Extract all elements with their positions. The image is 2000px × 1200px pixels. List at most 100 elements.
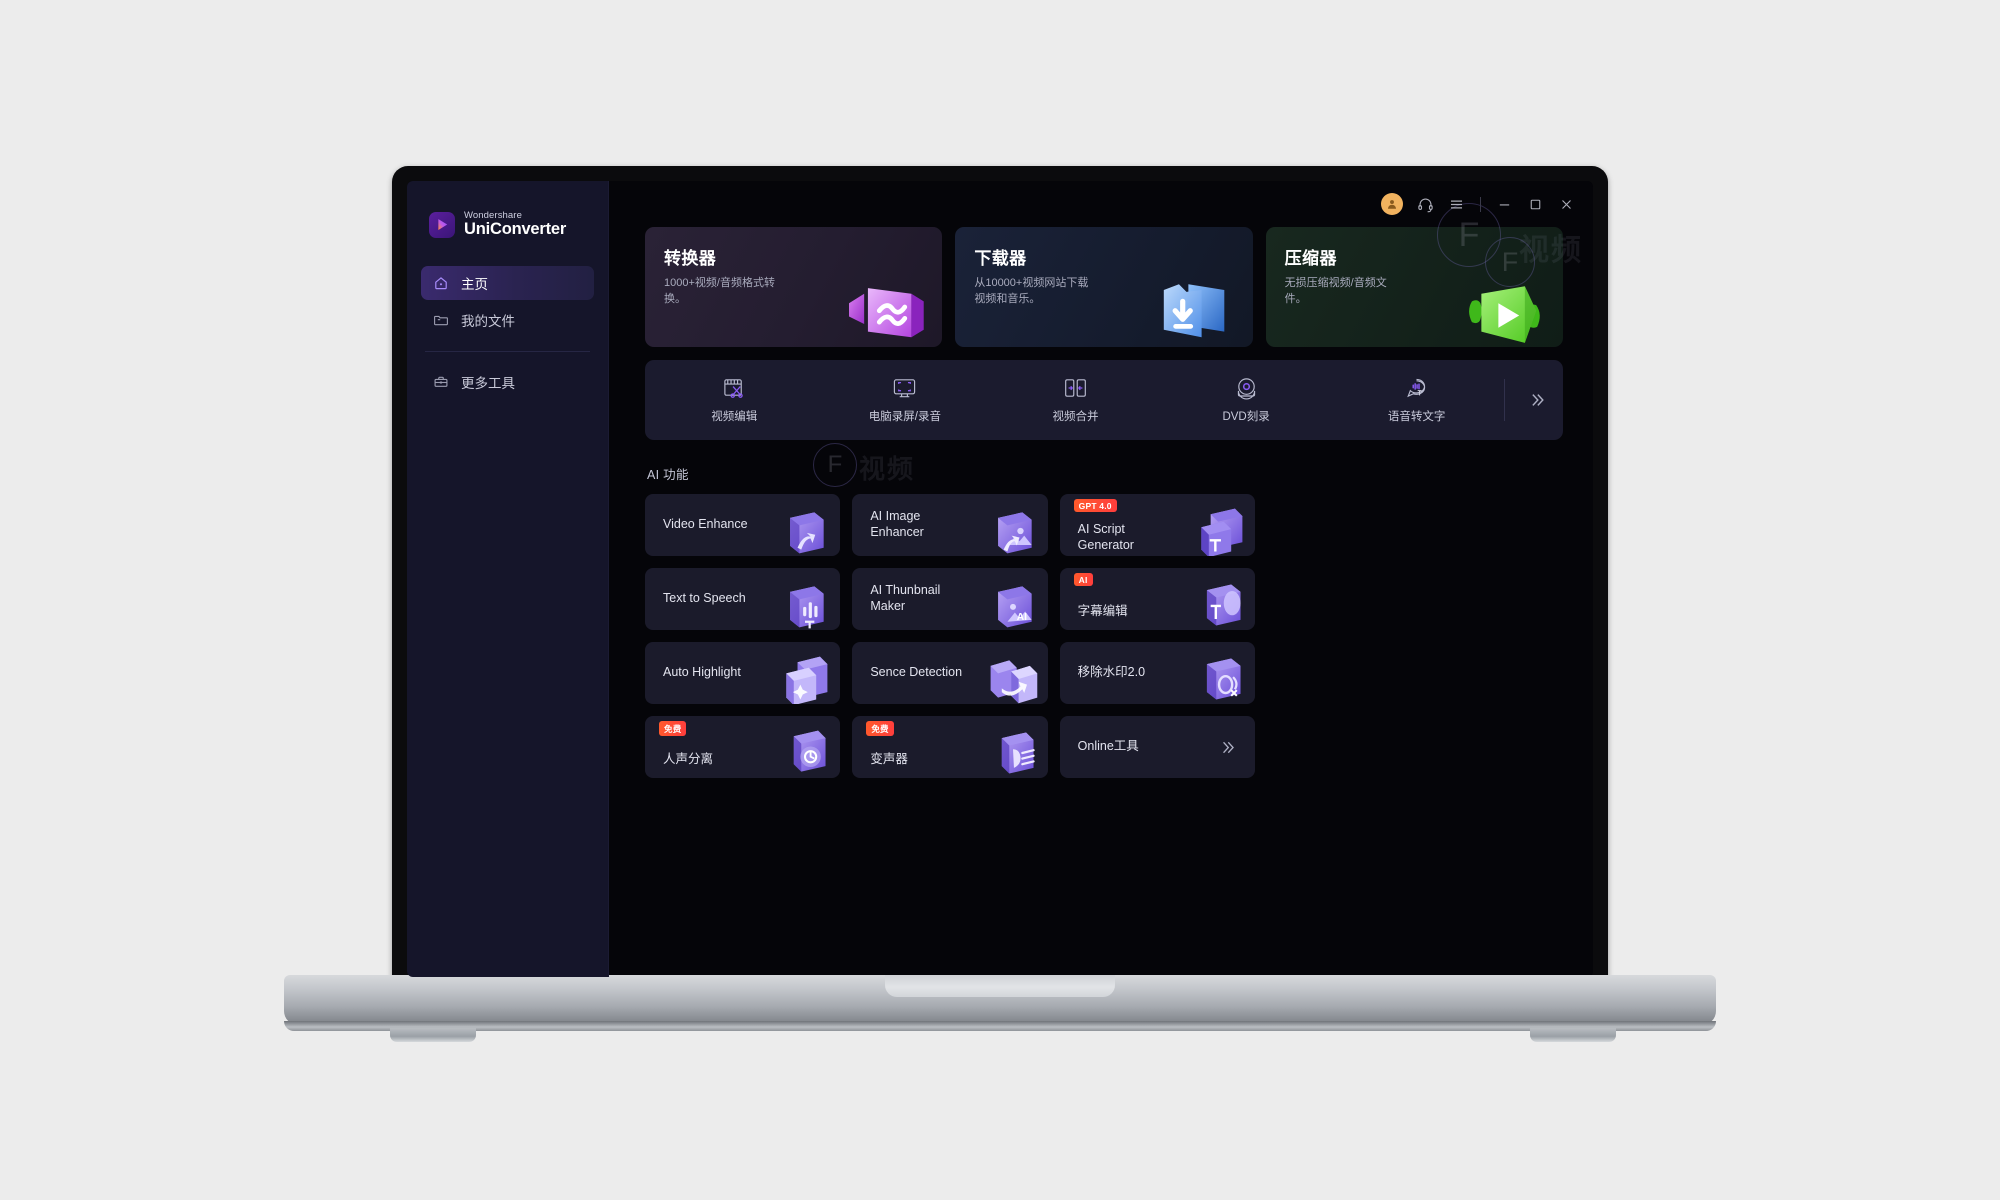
hero-card-compressor[interactable]: 压缩器 无损压缩视频/音频文件。 xyxy=(1265,227,1563,347)
tool-label: 电脑录屏/录音 xyxy=(868,411,941,423)
tool-video-edit[interactable]: 视频编辑 xyxy=(649,376,820,424)
ai-card-ai-script-generator[interactable]: GPT 4.0 AI Script Generator xyxy=(1059,494,1255,556)
ai-card-online-tools[interactable]: Online工具 xyxy=(1059,716,1255,778)
ai-card-auto-highlight[interactable]: Auto Highlight xyxy=(645,642,841,704)
video-merge-icon xyxy=(1065,379,1086,397)
ai-card-label: 人声分离 xyxy=(663,752,714,767)
close-icon[interactable] xyxy=(1558,196,1575,213)
tools-strip: 视频编辑 电脑录屏/录音 视频合并 DVD刻录 语音转文字 xyxy=(645,360,1563,440)
compressor-play-icon xyxy=(1469,286,1540,343)
sidebar-divider xyxy=(425,351,590,353)
laptop-base-notch xyxy=(885,975,1115,997)
ai-card-label: Sence Detection xyxy=(870,665,963,680)
ai-card-grid: Video Enhance AI Image Enhancer GPT 4.0 … xyxy=(645,494,1255,778)
scene-detection-icon xyxy=(990,660,1037,704)
window-titlebar xyxy=(1381,193,1575,215)
ai-card-video-enhance[interactable]: Video Enhance xyxy=(645,494,841,556)
sidebar-item-more-tools[interactable]: 更多工具 xyxy=(421,365,594,399)
brand-name: UniConverter xyxy=(464,219,567,238)
sidebar-item-my-files[interactable]: 我的文件 xyxy=(421,303,594,337)
toolbox-icon xyxy=(433,374,449,390)
downloader-arrow-icon xyxy=(1163,284,1224,338)
svg-text:AI: AI xyxy=(1016,612,1026,623)
badge-gpt: GPT 4.0 xyxy=(1073,499,1117,512)
tool-label: DVD刻录 xyxy=(1222,411,1270,423)
main-content: F F F 视频 视频 转换器 1000+视频/音频格式转换。 xyxy=(609,181,1593,977)
tools-divider xyxy=(1503,379,1505,421)
converter-video-icon xyxy=(849,288,925,338)
tool-dvd-burn[interactable]: DVD刻录 xyxy=(1161,376,1332,424)
hero-card-desc: 无损压缩视频/音频文件。 xyxy=(1284,277,1387,305)
ai-card-label: AI Script Generator xyxy=(1077,522,1134,552)
badge-free: 免费 xyxy=(659,721,687,736)
user-avatar-icon[interactable] xyxy=(1381,193,1403,215)
tool-label: 视频编辑 xyxy=(711,411,758,423)
brand-logo-area: Wondershare UniConverter xyxy=(407,211,608,238)
ai-card-label: AI Image Enhancer xyxy=(870,509,924,539)
folder-icon xyxy=(433,312,449,328)
vocal-remover-icon xyxy=(794,730,826,772)
laptop-base-edge xyxy=(284,1021,1716,1031)
laptop-foot xyxy=(390,1028,476,1042)
ai-card-vocal-remover[interactable]: 免费 人声分离 xyxy=(645,716,841,778)
ai-card-ai-image-enhancer[interactable]: AI Image Enhancer xyxy=(852,494,1048,556)
voice-changer-icon xyxy=(1001,732,1035,774)
headset-icon[interactable] xyxy=(1417,196,1434,213)
ai-card-voice-changer[interactable]: 免费 变声器 xyxy=(852,716,1048,778)
sidebar-item-label: 我的文件 xyxy=(461,314,515,330)
ai-section-heading: AI 功能 xyxy=(647,468,689,482)
ai-image-enhancer-icon xyxy=(997,512,1032,554)
ai-card-text-to-speech[interactable]: Text to Speech xyxy=(645,568,841,630)
ai-card-label: Auto Highlight xyxy=(663,665,741,680)
tool-screen-record[interactable]: 电脑录屏/录音 xyxy=(820,376,991,424)
chevron-double-right-icon xyxy=(1223,741,1234,753)
laptop-base xyxy=(284,975,1716,1025)
ai-card-label: 字幕编辑 xyxy=(1077,604,1128,619)
text-to-speech-icon xyxy=(790,586,824,629)
screen-record-icon xyxy=(894,379,916,398)
badge-free: 免费 xyxy=(866,721,894,736)
dvd-burn-icon xyxy=(1237,378,1255,400)
ai-card-label: 变声器 xyxy=(870,752,908,767)
ai-card-subtitle-edit[interactable]: AI 字幕编辑 xyxy=(1059,568,1255,630)
watermark-remover-icon xyxy=(1206,658,1241,700)
minimize-icon[interactable] xyxy=(1496,196,1513,213)
hamburger-menu-icon[interactable] xyxy=(1448,196,1465,213)
tools-more-button[interactable] xyxy=(1515,390,1559,410)
laptop-foot xyxy=(1530,1028,1616,1042)
uniconverter-logo-icon xyxy=(429,211,455,238)
hero-card-desc: 1000+视频/音频格式转换。 xyxy=(664,277,775,305)
ai-card-ai-thumbnail-maker[interactable]: AI Thunbnail Maker AI xyxy=(852,568,1048,630)
sidebar-item-home[interactable]: 主页 xyxy=(421,266,594,301)
tool-label: 视频合并 xyxy=(1052,411,1099,423)
hero-card-converter[interactable]: 转换器 1000+视频/音频格式转换。 xyxy=(645,227,943,347)
speech-to-text-icon xyxy=(1407,378,1426,398)
subtitle-edit-icon xyxy=(1206,584,1241,626)
hero-card-row: 转换器 1000+视频/音频格式转换。 下载器 从10000+视频网站下载视频和… xyxy=(645,227,1563,347)
tool-label: 语音转文字 xyxy=(1387,411,1446,423)
ai-card-watermark-remover[interactable]: 移除水印2.0 xyxy=(1059,642,1255,704)
uniconverter-app-window: Wondershare UniConverter 主页 我的文件 更多工具 F … xyxy=(407,181,1593,977)
ai-thumbnail-maker-icon: AI xyxy=(997,586,1032,628)
tool-speech-to-text[interactable]: 语音转文字 xyxy=(1331,376,1502,424)
ai-card-scene-detection[interactable]: Sence Detection xyxy=(852,642,1048,704)
sidebar-item-label: 更多工具 xyxy=(461,376,515,392)
ai-card-label: Online工具 xyxy=(1077,739,1139,754)
ai-card-label: 移除水印2.0 xyxy=(1077,665,1146,680)
hero-card-downloader[interactable]: 下载器 从10000+视频网站下载视频和音乐。 xyxy=(955,227,1253,347)
brand-text: Wondershare UniConverter xyxy=(464,211,566,238)
badge-ai: AI xyxy=(1073,573,1093,586)
titlebar-divider xyxy=(1480,196,1481,212)
sidebar-item-label: 主页 xyxy=(461,277,488,293)
auto-highlight-icon xyxy=(786,656,828,704)
hero-card-desc: 从10000+视频网站下载视频和音乐。 xyxy=(974,277,1089,305)
ai-card-label: AI Thunbnail Maker xyxy=(870,583,941,613)
ai-card-label: Video Enhance xyxy=(663,517,748,532)
laptop-screen-shell: Wondershare UniConverter 主页 我的文件 更多工具 F … xyxy=(392,166,1608,992)
tool-video-merge[interactable]: 视频合并 xyxy=(990,376,1161,424)
laptop-bezel: Wondershare UniConverter 主页 我的文件 更多工具 F … xyxy=(407,181,1593,977)
maximize-icon[interactable] xyxy=(1527,196,1544,213)
laptop-mockup: Wondershare UniConverter 主页 我的文件 更多工具 F … xyxy=(0,0,2000,1200)
ai-card-label: Text to Speech xyxy=(663,591,746,606)
chevron-double-right-icon xyxy=(1532,394,1544,406)
